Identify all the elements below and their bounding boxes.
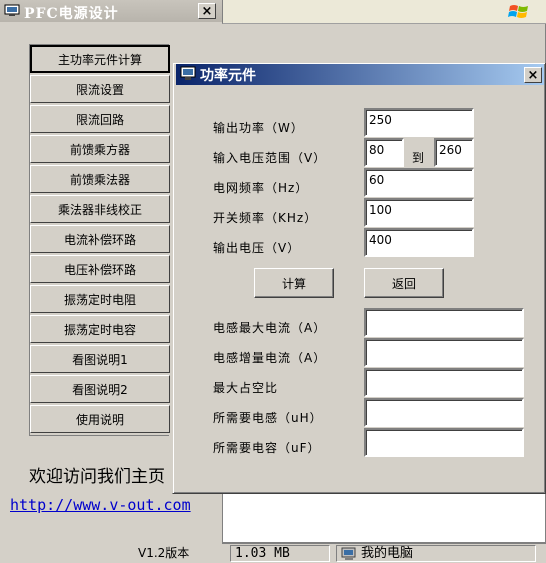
dialog-title: 功率元件 [200,68,256,84]
main-close-button[interactable]: × [198,3,216,19]
nav-timing-capacitor-button[interactable]: 振荡定时电容 [30,315,170,343]
grid-frequency-label: 电网频率（Hz） [213,181,309,195]
nav-current-limit-button[interactable]: 限流设置 [30,75,170,103]
my-computer-icon [341,547,356,560]
dialog-icon [180,66,196,80]
nav-current-compensation-button[interactable]: 电流补偿环路 [30,225,170,253]
homepage-link[interactable]: http://www.v-out.com [10,496,191,514]
calculate-button[interactable]: 计算 [254,268,334,298]
dialog-close-button[interactable]: × [524,67,542,83]
explorer-toolbar [222,0,546,24]
max-inductor-current-label: 电感最大电流（A） [213,321,327,335]
nav-diagram-help-2-button[interactable]: 看图说明2 [30,375,170,403]
nav-panel: 主功率元件计算 限流设置 限流回路 前馈乘方器 前馈乘法器 乘法器非线校正 电流… [29,44,170,436]
input-voltage-max-field[interactable]: 260 [434,138,474,167]
windows-logo-icon [508,5,528,18]
switch-frequency-field[interactable]: 100 [364,198,474,227]
explorer-content-area [222,493,546,543]
nav-timing-resistor-button[interactable]: 振荡定时电阻 [30,285,170,313]
output-voltage-label: 输出电压（V） [213,241,301,255]
nav-diagram-help-1-button[interactable]: 看图说明1 [30,345,170,373]
nav-multiplier-correction-button[interactable]: 乘法器非线校正 [30,195,170,223]
input-voltage-label: 输入电压范围（V） [213,151,327,165]
back-button[interactable]: 返回 [364,268,444,298]
nav-voltage-compensation-button[interactable]: 电压补偿环路 [30,255,170,283]
grid-frequency-field[interactable]: 60 [364,168,474,197]
welcome-text: 欢迎访问我们主页 [29,467,165,487]
output-power-field[interactable]: 250 [364,108,474,137]
input-voltage-min-field[interactable]: 80 [364,138,404,167]
status-location: 我的电脑 [336,545,536,562]
output-voltage-field[interactable]: 400 [364,228,474,257]
nav-current-loop-button[interactable]: 限流回路 [30,105,170,133]
inductance-field[interactable] [364,398,524,427]
close-icon: × [201,3,213,19]
inductance-label: 所需要电感（uH） [213,411,323,425]
version-label: V1.2版本 [138,546,190,560]
nav-main-power-button[interactable]: 主功率元件计算 [30,45,170,73]
status-size: 1.03 MB [230,545,330,562]
nav-feedforward-multiplier-button[interactable]: 前馈乘法器 [30,165,170,193]
main-window-title: PFC电源设计 [24,6,119,22]
output-power-label: 输出功率（W） [213,121,304,135]
app-icon [4,4,20,16]
max-duty-label: 最大占空比 [213,381,279,395]
capacitance-label: 所需要电容（uF） [213,441,321,455]
max-inductor-current-field[interactable] [364,308,524,337]
nav-usage-help-button[interactable]: 使用说明 [30,405,170,433]
range-to-label: 到 [412,151,426,165]
capacitance-field[interactable] [364,428,524,457]
inductor-ripple-field[interactable] [364,338,524,367]
nav-feedforward-squarer-button[interactable]: 前馈乘方器 [30,135,170,163]
max-duty-field[interactable] [364,368,524,397]
switch-frequency-label: 开关频率（KHz） [213,211,318,225]
inductor-ripple-label: 电感增量电流（A） [213,351,327,365]
close-icon: × [527,67,539,83]
